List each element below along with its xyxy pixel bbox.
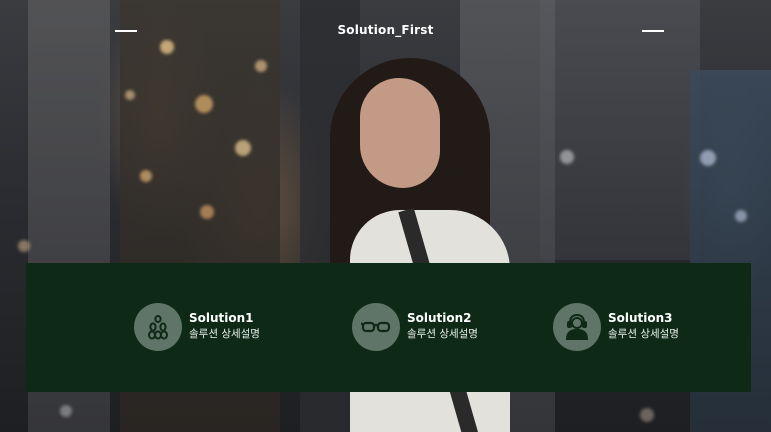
bowling-pins-icon [134, 303, 182, 351]
solution-title: Solution3 [608, 311, 673, 325]
solution-title: Solution1 [189, 311, 254, 325]
solution-text: Solution2 솔루션 상세설명 [407, 311, 478, 342]
bokeh-light [125, 90, 135, 100]
bokeh-light [18, 240, 30, 252]
menu-line-right-icon[interactable] [642, 30, 664, 32]
bokeh-light [560, 150, 574, 164]
solution-text: Solution1 솔루션 상세설명 [189, 311, 260, 342]
face [360, 78, 440, 188]
bokeh-light [195, 95, 213, 113]
bokeh-light [140, 170, 152, 182]
bokeh-light [640, 408, 654, 422]
solution-description: 솔루션 상세설명 [189, 328, 260, 340]
bokeh-light [700, 150, 716, 166]
header: Solution_First [0, 0, 771, 60]
solution-description: 솔루션 상세설명 [407, 328, 478, 340]
solution-text: Solution3 솔루션 상세설명 [608, 311, 679, 342]
bokeh-light [235, 140, 251, 156]
user-headset-icon [553, 303, 601, 351]
solution-title: Solution2 [407, 311, 472, 325]
glasses-icon [352, 303, 400, 351]
bokeh-light [200, 205, 214, 219]
bokeh-light [735, 210, 747, 222]
solution-description: 솔루션 상세설명 [608, 328, 679, 340]
bokeh-light [60, 405, 72, 417]
bokeh-light [255, 60, 267, 72]
solutions-panel: Solution1 솔루션 상세설명 Solution2 솔루션 상세설명 So… [26, 263, 751, 392]
